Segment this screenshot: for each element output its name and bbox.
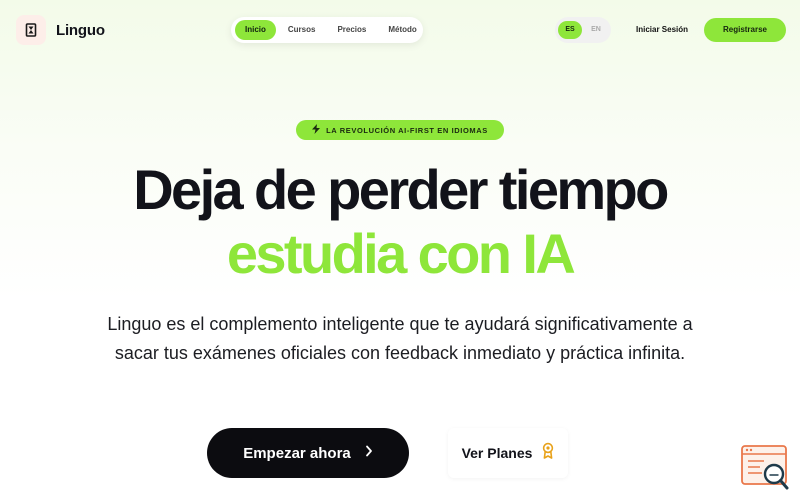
hero-badge-text: LA REVOLUCIÓN AI-FIRST EN IDIOMAS [326, 125, 488, 135]
hero-badge: LA REVOLUCIÓN AI-FIRST EN IDIOMAS [296, 120, 504, 140]
brand[interactable]: Linguo [16, 15, 105, 45]
main-nav: Inicio Cursos Precios Método [231, 17, 423, 43]
start-now-label: Empezar ahora [243, 444, 351, 462]
nav-item-cursos[interactable]: Cursos [278, 20, 326, 40]
search-document-icon[interactable] [740, 444, 792, 492]
hero-headline: Deja de perder tiempo [133, 158, 669, 221]
nav-item-inicio[interactable]: Inicio [235, 20, 276, 40]
language-switcher: ES EN [555, 17, 611, 43]
hero-subtitle: Linguo es el complemento inteligente que… [107, 314, 693, 363]
start-now-button[interactable]: Empezar ahora [207, 428, 409, 478]
lightning-icon [312, 121, 321, 139]
nav-item-metodo[interactable]: Método [378, 20, 426, 40]
brand-name: Linguo [56, 21, 105, 39]
lang-option-es[interactable]: ES [558, 21, 582, 39]
hourglass-icon [16, 15, 46, 45]
site-header: Linguo Inicio Cursos Precios Método ES E… [0, 0, 800, 62]
view-plans-button[interactable]: Ver Planes [448, 428, 568, 478]
view-plans-label: Ver Planes [461, 445, 533, 461]
login-link[interactable]: Iniciar Sesión [636, 25, 688, 34]
medal-icon [542, 442, 554, 464]
nav-item-precios[interactable]: Precios [327, 20, 376, 40]
lang-option-en[interactable]: EN [584, 21, 608, 39]
chevron-right-icon [365, 444, 373, 462]
hero-headline-accent: estudia con IA [226, 222, 576, 285]
register-button[interactable]: Registrarse [704, 18, 786, 42]
